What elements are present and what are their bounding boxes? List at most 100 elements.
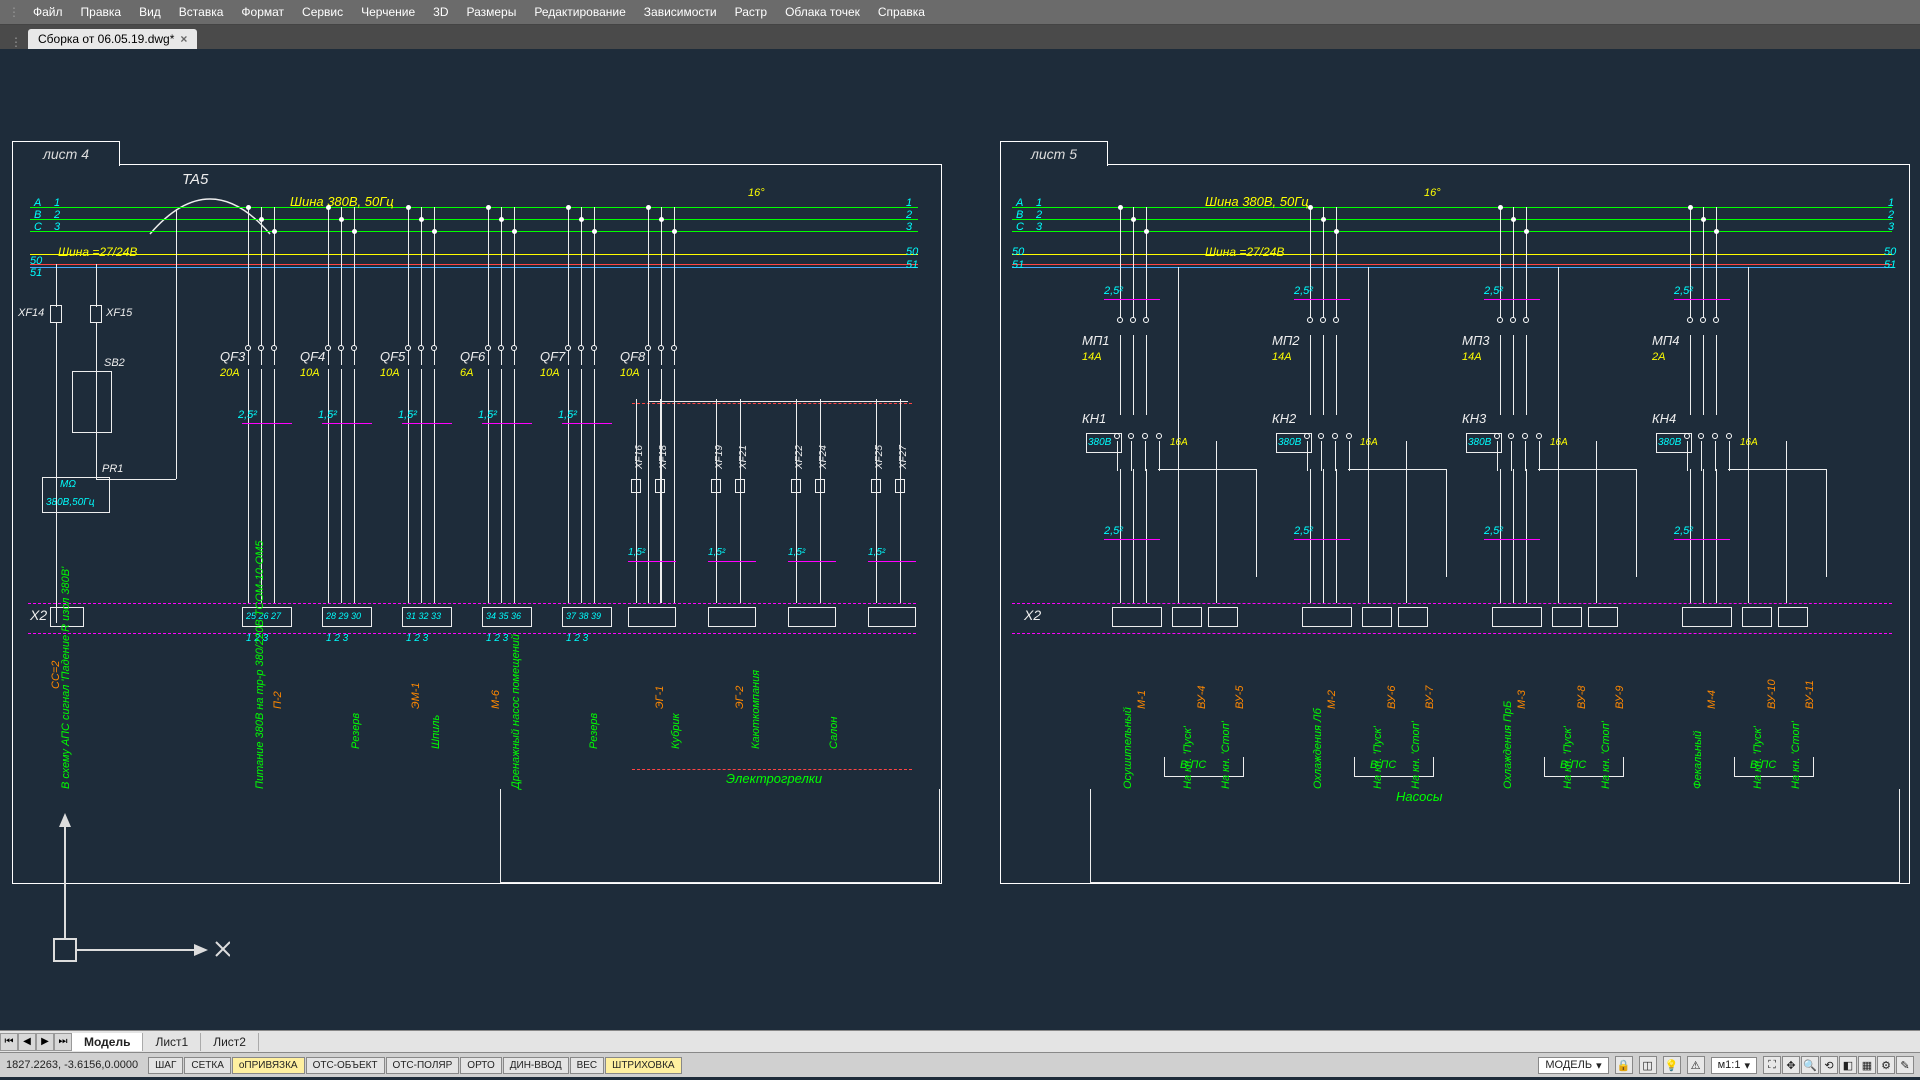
cable-qf7: 1,5² <box>558 409 577 421</box>
menu-3d[interactable]: 3D <box>424 2 457 22</box>
toggle-опривязка[interactable]: оПРИВЯЗКА <box>232 1057 305 1074</box>
mohm: МΩ <box>60 479 76 490</box>
menu-service[interactable]: Сервис <box>293 2 352 22</box>
menu-draw[interactable]: Черчение <box>352 2 424 22</box>
scale-selector[interactable]: м1:1 ▾ <box>1711 1057 1757 1074</box>
num-1: 1 <box>54 197 60 209</box>
clean-icon[interactable]: ✎ <box>1896 1056 1914 1074</box>
l16: 16° <box>748 187 765 199</box>
tab-grip-icon[interactable]: ⋮ <box>10 35 22 49</box>
menu-raster[interactable]: Растр <box>726 2 776 22</box>
label-kn3: КН3 <box>1462 411 1486 426</box>
drawing-canvas[interactable]: лист 4 лист 5 TA5 A B C 1 2 3 1 2 3 50 5… <box>0 49 1920 1030</box>
tab-sheet2[interactable]: Лист2 <box>201 1033 259 1051</box>
toggle-сетка[interactable]: СЕТКА <box>184 1057 231 1074</box>
s5-bus24: Шина =27/24В <box>1205 245 1284 259</box>
menu-grip-icon[interactable]: ⋮ <box>8 5 20 19</box>
grid-icon[interactable]: ▦ <box>1858 1056 1876 1074</box>
status-toggles: ШАГСЕТКАоПРИВЯЗКАОТС-ОБЪЕКТОТС-ПОЛЯРОРТО… <box>148 1057 681 1074</box>
sheet-4-title: лист 4 <box>12 141 120 166</box>
tab-last-icon[interactable]: ⏭ <box>54 1033 72 1051</box>
menu-format[interactable]: Формат <box>232 2 293 22</box>
label-qf4: QF4 <box>300 349 325 364</box>
snap-icon[interactable]: ◫ <box>1639 1056 1657 1074</box>
pan-icon[interactable]: ✥ <box>1782 1056 1800 1074</box>
tab-next-icon[interactable]: ▶ <box>36 1033 54 1051</box>
xf15: XF15 <box>106 307 132 319</box>
rating-qf6: 6A <box>460 367 473 379</box>
settings-icon[interactable]: ⚙ <box>1877 1056 1895 1074</box>
chevron-down-icon: ▾ <box>1744 1059 1750 1072</box>
label-kn1: КН1 <box>1082 411 1106 426</box>
tab-model[interactable]: Модель <box>72 1033 143 1051</box>
label-qf6: QF6 <box>460 349 485 364</box>
num-3r: 3 <box>906 221 912 233</box>
xf14: XF14 <box>18 307 44 319</box>
label-qf8: QF8 <box>620 349 645 364</box>
label-mp1: МП1 <box>1082 333 1109 348</box>
tab-prev-icon[interactable]: ◀ <box>18 1033 36 1051</box>
cable-qf6: 1,5² <box>478 409 497 421</box>
label-mp4: МП4 <box>1652 333 1679 348</box>
file-tab[interactable]: Сборка от 06.05.19.dwg* × <box>28 29 197 49</box>
zoom-icon[interactable]: 🔍 <box>1801 1056 1819 1074</box>
coords-readout: 1827.2263, -3.6156,0.0000 <box>6 1059 138 1071</box>
num-1r: 1 <box>906 197 912 209</box>
warning-icon[interactable]: ⚠ <box>1687 1056 1705 1074</box>
rating-qf3: 20A <box>220 367 240 379</box>
pump-group-frame <box>1090 789 1900 883</box>
lock-icon[interactable]: 🔒 <box>1615 1056 1633 1074</box>
toggle-орто[interactable]: ОРТО <box>460 1057 501 1074</box>
file-tab-row: ⋮ Сборка от 06.05.19.dwg* × <box>0 25 1920 49</box>
x2-s4: X2 <box>30 607 47 623</box>
toggle-дин-ввод[interactable]: ДИН-ВВОД <box>503 1057 569 1074</box>
v380: 380В,50Гц <box>46 497 94 508</box>
menu-constraints[interactable]: Зависимости <box>635 2 726 22</box>
rating-qf5: 10A <box>380 367 400 379</box>
menu-pointclouds[interactable]: Облака точек <box>776 2 869 22</box>
label-kn2: КН2 <box>1272 411 1296 426</box>
menu-view[interactable]: Вид <box>130 2 170 22</box>
tab-sheet1[interactable]: Лист1 <box>143 1033 201 1051</box>
toggle-отс-поляр[interactable]: ОТС-ПОЛЯР <box>386 1057 460 1074</box>
num-50: 50 <box>906 246 918 258</box>
ta5-arc <box>140 184 280 244</box>
toggle-отс-объект[interactable]: ОТС-ОБЪЕКТ <box>306 1057 385 1074</box>
menu-help[interactable]: Справка <box>869 2 934 22</box>
iso-icon[interactable]: ◧ <box>1839 1056 1857 1074</box>
menu-dimensions[interactable]: Размеры <box>457 2 525 22</box>
phase-c: C <box>34 221 42 233</box>
phase-a: A <box>34 197 41 209</box>
sheet-5-title-label: лист 5 <box>1031 146 1077 162</box>
toggle-штриховка[interactable]: ШТРИХОВКА <box>605 1057 681 1074</box>
s5-c: C <box>1016 221 1024 233</box>
menu-file[interactable]: Файл <box>24 2 72 22</box>
label-qf7: QF7 <box>540 349 565 364</box>
zoom-extents-icon[interactable]: ⛶ <box>1763 1056 1781 1074</box>
toggle-шаг[interactable]: ШАГ <box>148 1057 183 1074</box>
n51l: 51 <box>30 267 42 279</box>
file-tab-label: Сборка от 06.05.19.dwg* <box>38 32 174 46</box>
scale-label: м1:1 <box>1718 1059 1741 1071</box>
xf14-box <box>50 305 62 323</box>
label-cc2: СС=2 <box>50 661 62 689</box>
tab-first-icon[interactable]: ⏮ <box>0 1033 18 1051</box>
layout-tab-nav: ⏮ ◀ ▶ ⏭ <box>0 1033 72 1051</box>
lightbulb-icon[interactable]: 💡 <box>1663 1056 1681 1074</box>
phase-b: B <box>34 209 41 221</box>
heaters: Электрогрелки <box>726 771 822 786</box>
menu-edit[interactable]: Правка <box>72 2 131 22</box>
orbit-icon[interactable]: ⟲ <box>1820 1056 1838 1074</box>
sb2-box <box>72 371 112 433</box>
n50l: 50 <box>30 255 42 267</box>
status-bar: 1827.2263, -3.6156,0.0000 ШАГСЕТКАоПРИВЯ… <box>0 1052 1920 1077</box>
toggle-вес[interactable]: ВЕС <box>570 1057 605 1074</box>
s5-a: A <box>1016 197 1023 209</box>
menu-modify[interactable]: Редактирование <box>525 2 634 22</box>
close-icon[interactable]: × <box>180 32 187 46</box>
menu-insert[interactable]: Вставка <box>170 2 233 22</box>
ucs-icon <box>50 809 230 969</box>
cable-qf4: 1,5² <box>318 409 337 421</box>
space-selector[interactable]: МОДЕЛЬ ▾ <box>1538 1057 1608 1074</box>
chevron-down-icon: ▾ <box>1596 1059 1602 1072</box>
